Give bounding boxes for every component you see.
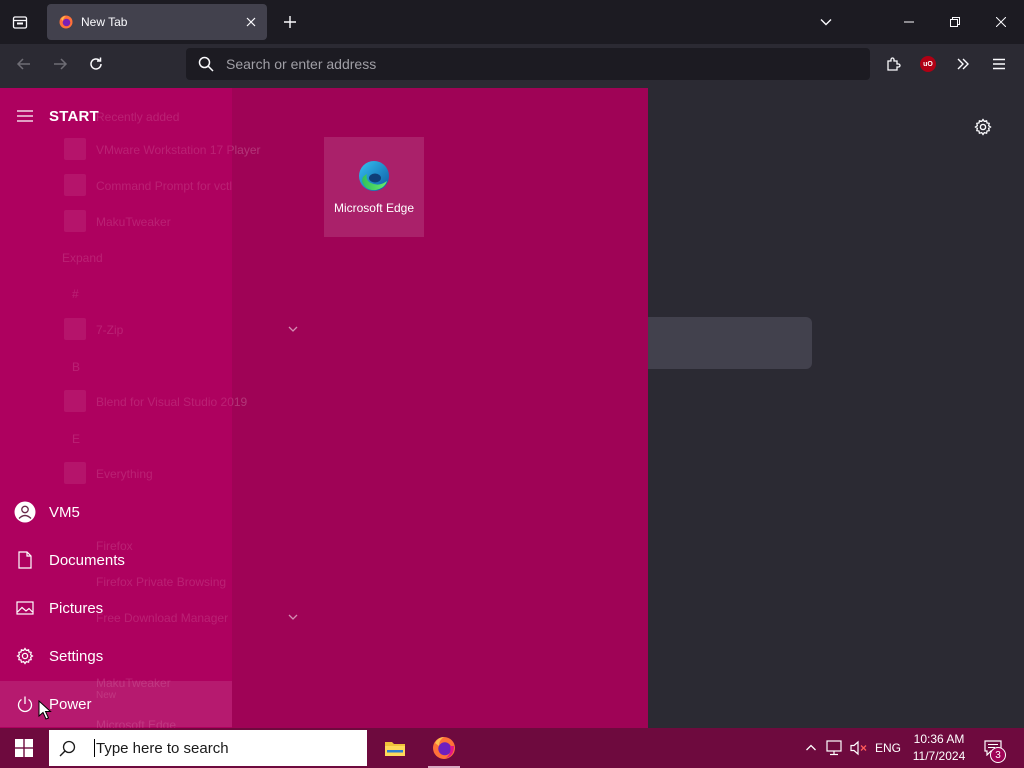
search-icon — [59, 740, 76, 756]
nav-bar: Search or enter address uO — [0, 44, 1024, 84]
chevron-down-icon[interactable] — [288, 324, 298, 334]
minimize-button[interactable] — [886, 0, 932, 44]
address-placeholder: Search or enter address — [226, 56, 377, 72]
show-hidden-icons-button[interactable] — [802, 728, 820, 768]
rail-item-documents[interactable]: Documents — [0, 537, 232, 583]
network-button[interactable] — [824, 728, 846, 768]
forward-button[interactable] — [46, 50, 74, 78]
web-search-box[interactable] — [640, 317, 812, 369]
taskbar-app-file-explorer[interactable] — [371, 728, 419, 768]
tab-new-tab[interactable]: New Tab — [47, 4, 267, 40]
file-explorer-icon — [385, 742, 405, 756]
close-icon — [996, 17, 1006, 27]
input-language-button[interactable]: ENG — [872, 728, 904, 768]
chevron-down-icon[interactable] — [288, 612, 298, 622]
rail-item-user[interactable]: VM5 — [0, 489, 232, 535]
rail-item-label: Pictures — [49, 599, 104, 617]
puzzle-icon — [887, 57, 901, 71]
back-button[interactable] — [10, 50, 38, 78]
reload-button[interactable] — [82, 50, 110, 78]
tab-title: New Tab — [81, 15, 128, 29]
user-icon — [14, 501, 36, 523]
document-icon — [14, 549, 36, 571]
pictures-icon — [14, 597, 36, 619]
chevron-down-icon — [820, 19, 832, 26]
chevron-up-icon — [806, 744, 816, 751]
rail-item-settings[interactable]: Settings — [0, 633, 232, 679]
tab-close-button[interactable] — [239, 10, 263, 34]
clock[interactable]: 10:36 AM 11/7/2024 — [902, 731, 976, 765]
restore-button[interactable] — [932, 0, 978, 44]
gear-icon — [974, 118, 992, 136]
taskbar-search-placeholder: Type here to search — [96, 739, 229, 757]
overflow-menu-button[interactable] — [949, 50, 977, 78]
search-icon — [198, 56, 214, 72]
close-icon — [246, 17, 256, 27]
start-menu-title: START — [49, 107, 99, 125]
minimize-icon — [904, 21, 914, 23]
firefox-view-icon — [12, 16, 28, 29]
ublock-origin-icon: uO — [920, 56, 936, 72]
list-all-tabs-button[interactable] — [812, 8, 840, 36]
double-chevron-right-icon — [957, 58, 969, 70]
reload-icon — [90, 57, 102, 70]
personalize-button[interactable] — [970, 114, 996, 140]
taskbar: Type here to search ENG 10:36 AM 11/7/20… — [0, 728, 1024, 768]
plus-icon — [284, 16, 296, 28]
start-menu-rail: START VM5 Documents Pictures Settings Po… — [0, 88, 232, 728]
volume-muted-icon — [850, 740, 867, 756]
window-close-button[interactable] — [978, 0, 1024, 44]
notification-count-badge: 3 — [990, 747, 1006, 763]
hamburger-icon — [993, 58, 1005, 70]
language-indicator: ENG — [874, 741, 901, 755]
windows-logo-icon — [15, 739, 33, 757]
arrow-right-icon — [54, 58, 68, 70]
firefox-view-button[interactable] — [6, 8, 34, 36]
network-icon — [826, 740, 842, 756]
clock-date: 11/7/2024 — [912, 749, 966, 763]
power-icon — [14, 693, 36, 715]
address-bar[interactable]: Search or enter address — [186, 48, 870, 80]
taskbar-search-box[interactable]: Type here to search — [49, 730, 367, 766]
extensions-button[interactable] — [879, 50, 907, 78]
rail-item-power[interactable]: Power — [0, 681, 232, 727]
tab-bar: New Tab — [0, 0, 1024, 44]
gear-icon — [14, 645, 36, 667]
rail-item-label: VM5 — [49, 503, 80, 521]
pinned-tile-microsoft-edge[interactable]: Microsoft Edge — [324, 137, 424, 237]
firefox-icon — [433, 737, 455, 759]
app-menu-button[interactable] — [985, 50, 1013, 78]
ublock-origin-button[interactable]: uO — [914, 50, 942, 78]
hamburger-icon[interactable] — [14, 105, 36, 127]
rail-item-label: Settings — [49, 647, 104, 665]
volume-button[interactable] — [848, 728, 870, 768]
rail-item-label: Documents — [49, 551, 125, 569]
restore-icon — [950, 17, 960, 27]
mouse-cursor-icon — [38, 700, 52, 720]
start-menu-header[interactable]: START — [0, 93, 232, 139]
arrow-left-icon — [16, 58, 30, 70]
start-button[interactable] — [0, 728, 48, 768]
taskbar-app-firefox[interactable] — [420, 728, 468, 768]
rail-item-pictures[interactable]: Pictures — [0, 585, 232, 631]
firefox-icon — [59, 15, 73, 29]
edge-icon — [359, 161, 389, 191]
new-tab-button[interactable] — [278, 8, 302, 36]
tile-label: Microsoft Edge — [333, 201, 415, 215]
rail-item-label: Power — [49, 695, 92, 713]
clock-time: 10:36 AM — [913, 732, 965, 746]
text-caret — [94, 739, 95, 757]
